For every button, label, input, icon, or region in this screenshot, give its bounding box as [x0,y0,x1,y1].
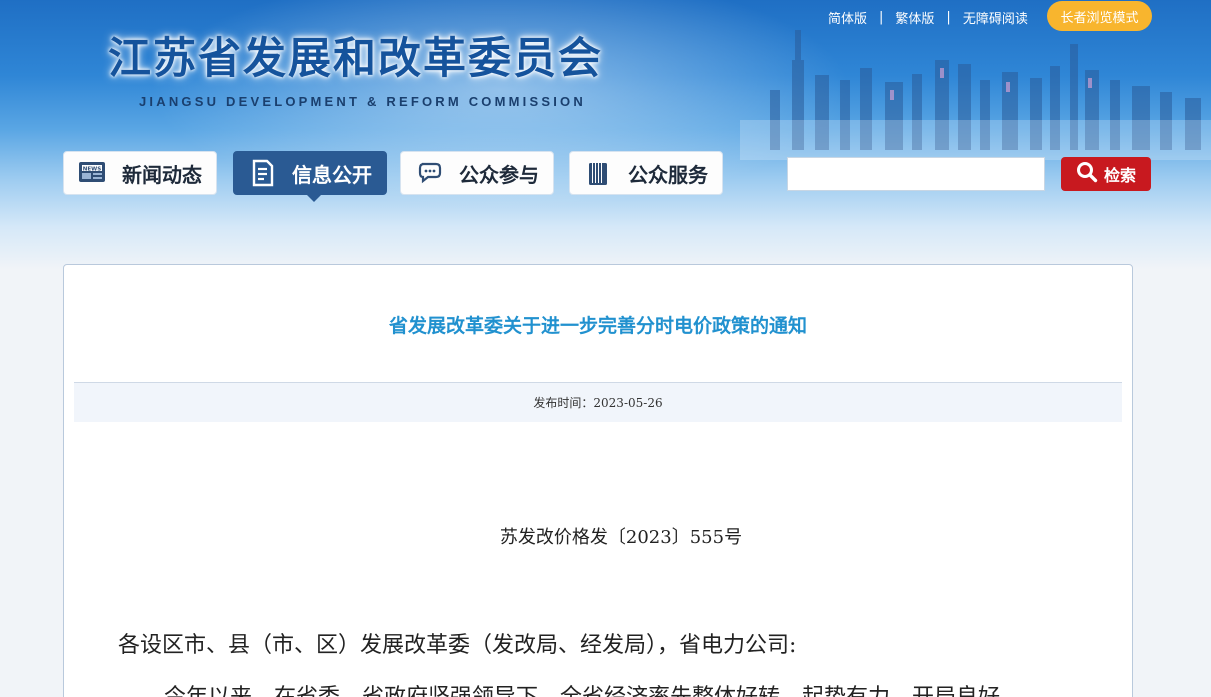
nav-news[interactable]: NEWS 新闻动态 [63,151,217,195]
accessibility-link[interactable]: 无障碍阅读 [963,8,1028,27]
document-icon [248,158,278,188]
article-title: 省发展改革委关于进一步完善分时电价政策的通知 [388,315,807,337]
book-icon [584,158,614,188]
publish-date: 2023-05-26 [593,395,663,410]
separator: | [879,9,884,25]
nav-public-service[interactable]: 公众服务 [569,151,723,195]
article-salutation: 各设区市、县（市、区）发展改革委（发改局、经发局），省电力公司: [118,633,797,658]
traditional-chinese-link[interactable]: 繁体版 [895,8,934,27]
article-paragraph: 今年以来，在省委、省政府坚强领导下，全省经济率先整体好转，起势有力，开局良好 [164,679,1000,697]
nav-news-label: 新闻动态 [122,162,202,187]
article-card: 省发展改革委关于进一步完善分时电价政策的通知 发布时间： 2023-05-26 … [63,264,1133,697]
nav-info-disclosure-label: 信息公开 [292,162,372,187]
simplified-chinese-link[interactable]: 简体版 [828,8,867,27]
news-icon: NEWS [78,158,108,188]
top-links: 简体版 | 繁体版 | 无障碍阅读 [828,8,1028,27]
search-icon [1076,161,1098,187]
chat-bubbles-icon [415,158,445,188]
publish-label: 发布时间： [533,396,594,410]
nav-public-participation[interactable]: 公众参与 [400,151,554,195]
search-button-label: 检索 [1103,166,1136,185]
nav-public-participation-label: 公众参与 [459,162,539,187]
search-button[interactable]: 检索 [1061,157,1151,191]
separator: | [946,9,951,25]
site-title: 江苏省发展和改革委员会 [108,34,603,84]
city-skyline-image [740,30,1211,160]
publish-meta-bar: 发布时间： 2023-05-26 [74,382,1122,422]
nav-info-disclosure[interactable]: 信息公开 [233,151,387,202]
document-number: 苏发改价格发〔2023〕555号 [499,527,743,548]
site-header: 江苏省发展和改革委员会 JIANGSU DEVELOPMENT & REFORM… [0,0,1211,270]
elder-mode-button[interactable]: 长者浏览模式 [1047,1,1152,31]
svg-text:NEWS: NEWS [83,166,101,172]
site-subtitle: JIANGSU DEVELOPMENT & REFORM COMMISSION [139,94,586,109]
active-indicator [306,194,322,202]
nav-public-service-label: 公众服务 [628,162,708,187]
search-input[interactable] [787,157,1045,191]
